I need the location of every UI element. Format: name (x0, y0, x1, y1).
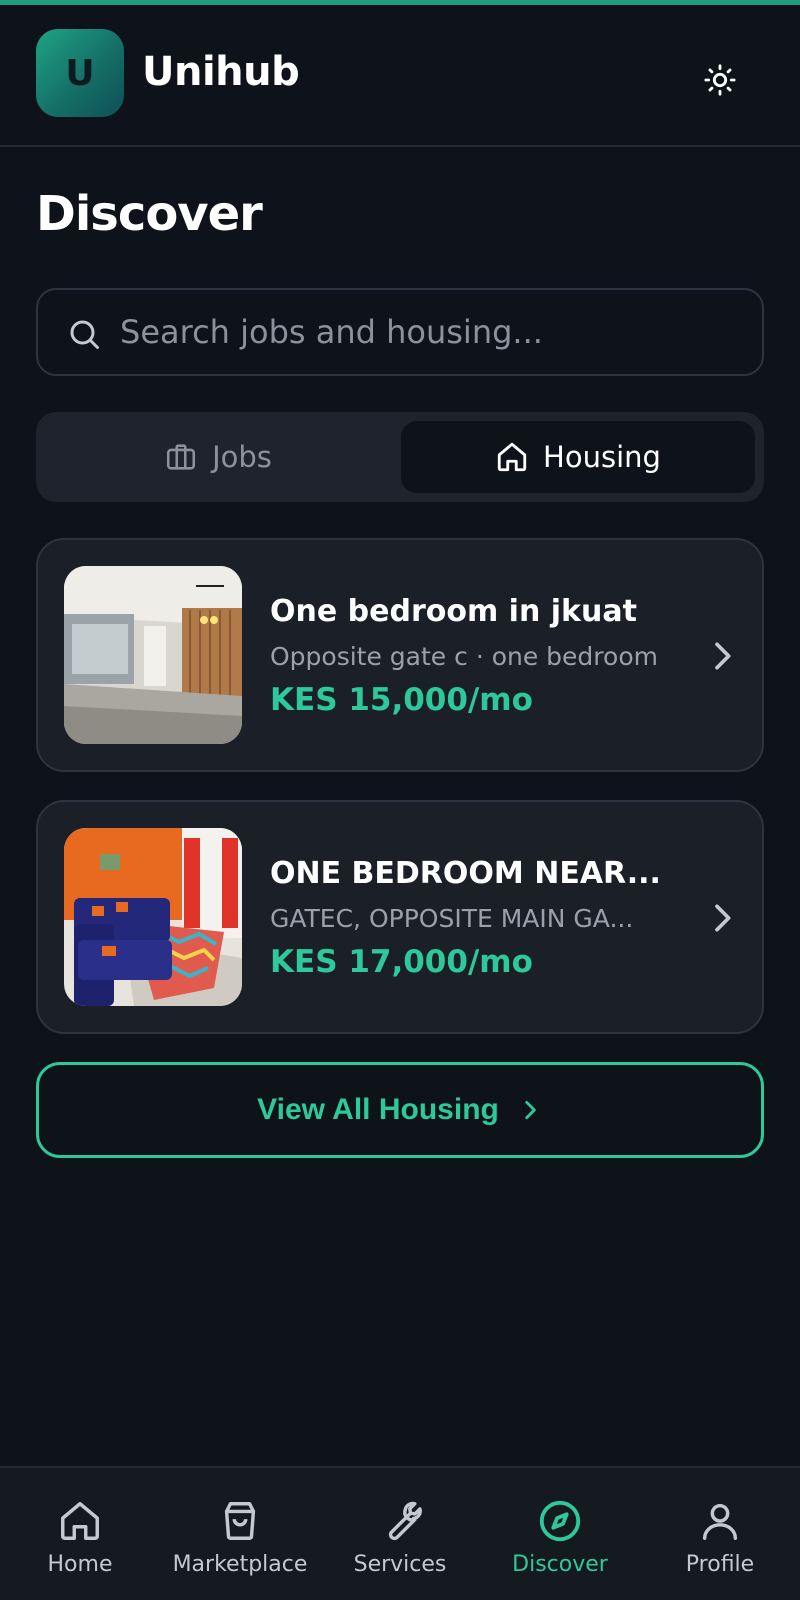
logo-letter: U (65, 52, 95, 94)
theme-toggle-button[interactable] (700, 60, 740, 100)
compass-icon (539, 1500, 581, 1542)
sun-icon (704, 64, 736, 96)
user-icon (702, 1503, 738, 1540)
tab-jobs-label: Jobs (212, 440, 272, 474)
app-header: U Unihub (0, 5, 800, 147)
nav-item-profile[interactable]: Profile (640, 1498, 800, 1588)
tab-jobs[interactable]: Jobs (45, 421, 391, 493)
bottom-navigation: Home Marketplace Services Discover Profi… (0, 1466, 800, 1600)
listing-title: ONE BEDROOM NEAR... (270, 856, 661, 891)
nav-item-discover[interactable]: Discover (480, 1498, 640, 1588)
listing-card[interactable]: ONE BEDROOM NEAR... GATEC, OPPOSITE MAIN… (36, 800, 764, 1034)
view-all-housing-button[interactable]: View All Housing (36, 1062, 764, 1158)
briefcase-icon (167, 444, 196, 470)
chevron-right-icon (715, 642, 731, 670)
nav-label: Home (47, 1552, 113, 1577)
listing-title: One bedroom in jkuat (270, 594, 637, 629)
nav-label: Discover (512, 1552, 608, 1577)
discover-tabs: Jobs Housing (36, 412, 764, 502)
app-logo[interactable]: U (36, 29, 124, 117)
home-icon (497, 442, 527, 472)
nav-label: Marketplace (172, 1552, 308, 1577)
search-input[interactable] (120, 304, 740, 360)
search-bar[interactable] (36, 288, 764, 376)
chevron-right-icon (525, 1101, 536, 1119)
nav-label: Profile (685, 1552, 755, 1577)
listing-subtitle: GATEC, OPPOSITE MAIN GA... (270, 904, 634, 933)
tab-housing-label: Housing (543, 440, 661, 474)
search-icon (70, 320, 99, 349)
nav-label: Services (353, 1552, 447, 1577)
listing-price: KES 17,000/mo (270, 944, 533, 980)
nav-item-home[interactable]: Home (0, 1498, 160, 1588)
chevron-right-icon (715, 904, 731, 932)
listing-subtitle: Opposite gate c · one bedroom (270, 642, 658, 671)
wrench-icon (388, 1501, 422, 1541)
nav-item-marketplace[interactable]: Marketplace (160, 1498, 320, 1588)
nav-item-services[interactable]: Services (320, 1498, 480, 1588)
listing-photo (64, 566, 242, 744)
listing-photo (64, 828, 242, 1006)
home-icon (61, 1502, 99, 1540)
listing-price: KES 15,000/mo (270, 682, 533, 718)
listing-card[interactable]: One bedroom in jkuat Opposite gate c · o… (36, 538, 764, 772)
app-name: Unihub (142, 49, 300, 95)
page-title: Discover (36, 186, 263, 242)
tab-housing[interactable]: Housing (401, 421, 755, 493)
shopping-bag-icon (224, 1502, 256, 1540)
view-all-housing-label: View All Housing (257, 1093, 499, 1126)
